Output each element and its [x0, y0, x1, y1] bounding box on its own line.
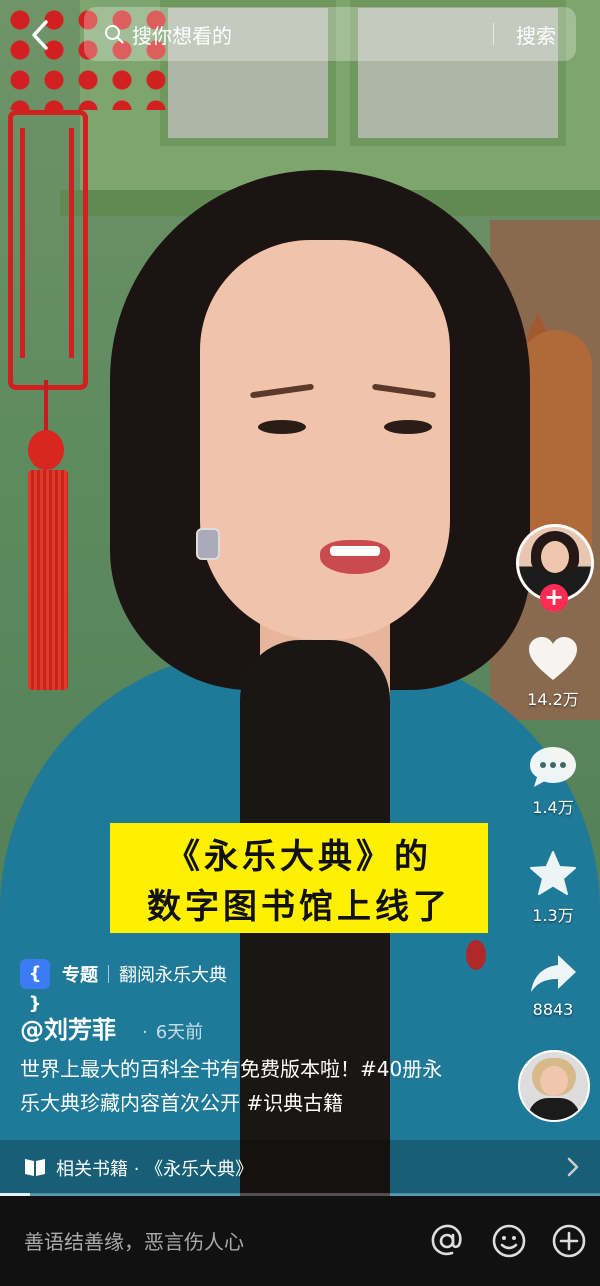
eye	[258, 420, 306, 434]
author-name[interactable]: @刘芳菲	[20, 1010, 116, 1045]
search-button[interactable]: 搜索	[516, 20, 556, 49]
separator-dot: ·	[142, 1022, 148, 1043]
avatar-face	[540, 1066, 568, 1096]
topic-divider	[108, 965, 109, 983]
back-button[interactable]	[26, 18, 56, 52]
avatar-body	[528, 1098, 580, 1120]
related-books-text: 相关书籍 · 《永乐大典》	[56, 1159, 254, 1180]
eye	[384, 420, 432, 434]
caption-line-2: 数字图书馆上线了	[147, 887, 451, 927]
share-icon	[531, 955, 576, 992]
video-caption: 《永乐大典》的 数字图书馆上线了	[110, 823, 488, 933]
teeth	[330, 546, 380, 556]
search-divider	[493, 23, 494, 45]
like-count: 14.2万	[527, 690, 579, 709]
face	[200, 240, 450, 640]
red-tassel	[28, 470, 68, 690]
at-icon[interactable]	[428, 1222, 466, 1260]
heart-icon	[529, 637, 577, 680]
topic-icon: { }	[20, 959, 50, 1014]
topic-tag[interactable]: { } 专题 翻阅永乐大典	[20, 957, 227, 1014]
comment-button[interactable]: 1.4万	[518, 744, 588, 818]
topic-label: 专题	[62, 965, 98, 986]
search-bar[interactable]: 搜你想看的 搜索	[84, 7, 576, 61]
share-button[interactable]: 8843	[518, 952, 588, 1019]
favorite-button[interactable]: 1.3万	[518, 850, 588, 926]
search-icon	[105, 25, 124, 44]
red-paper-cut-pattern	[20, 128, 74, 358]
book-icon	[25, 1159, 45, 1176]
back-icon	[32, 20, 48, 50]
avatar-face	[541, 541, 569, 573]
related-books-bar[interactable]: 相关书籍 · 《永乐大典》	[0, 1140, 600, 1194]
search-input[interactable]: 搜你想看的	[132, 20, 232, 49]
topic-name: 翻阅永乐大典	[119, 965, 227, 986]
like-button[interactable]: 14.2万	[518, 636, 588, 710]
share-count: 8843	[532, 1000, 574, 1019]
pendant	[466, 940, 486, 970]
earring	[196, 528, 220, 560]
comment-icon	[530, 747, 576, 787]
post-description[interactable]: 世界上最大的百科全书有免费版本啦！#40册永乐大典珍藏内容首次公开 #识典古籍	[20, 1052, 450, 1120]
post-time: 6天前	[155, 1022, 204, 1043]
author-row: @刘芳菲 · 6天前	[20, 1010, 203, 1045]
comment-count: 1.4万	[532, 798, 574, 817]
comment-input[interactable]: 善语结善缘，恶言伤人心	[24, 1226, 244, 1255]
emoji-icon[interactable]	[490, 1222, 528, 1260]
favorite-count: 1.3万	[532, 906, 574, 925]
music-avatar[interactable]	[518, 1050, 590, 1122]
red-lantern	[28, 430, 64, 470]
chevron-right-icon	[567, 1157, 579, 1177]
star-icon	[530, 851, 576, 895]
caption-line-1: 《永乐大典》的	[166, 837, 432, 877]
plus-icon[interactable]	[550, 1222, 588, 1260]
comment-bar: 善语结善缘，恶言伤人心	[0, 1196, 600, 1286]
follow-button[interactable]: +	[540, 584, 568, 612]
